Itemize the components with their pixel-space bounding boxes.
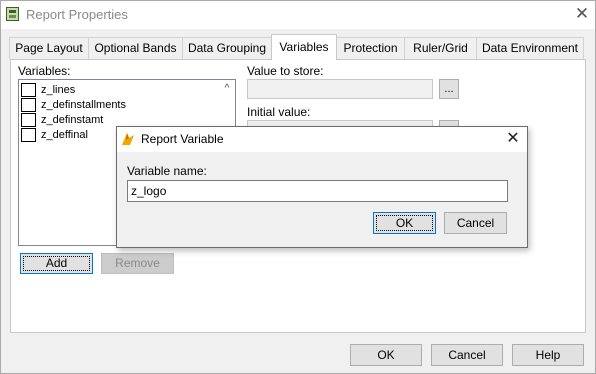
dialog-title: Report Variable: [141, 132, 224, 146]
help-button[interactable]: Help: [512, 344, 584, 366]
remove-button[interactable]: Remove: [101, 253, 174, 274]
close-icon[interactable]: ✕: [569, 2, 595, 28]
variable-name: z_definstallments: [41, 99, 126, 111]
add-button[interactable]: Add: [20, 253, 93, 274]
dialog-ok-button[interactable]: OK: [373, 212, 436, 234]
variable-checkbox[interactable]: [21, 113, 36, 127]
variable-name-label: Variable name:: [127, 164, 207, 178]
value-to-store-browse-button[interactable]: ...: [439, 79, 459, 99]
variable-name: z_definstamt: [41, 114, 104, 126]
tab-variables[interactable]: Variables: [271, 34, 337, 60]
fox-app-icon: [122, 133, 134, 145]
cancel-button[interactable]: Cancel: [431, 344, 503, 366]
value-to-store-field[interactable]: [247, 79, 433, 99]
dialog-title-bar: Report Variable ✕: [117, 127, 527, 152]
value-to-store-label: Value to store:: [247, 64, 324, 78]
title-bar: Report Properties ✕: [1, 1, 595, 29]
variable-checkbox[interactable]: [21, 98, 36, 112]
app-icon: [6, 7, 19, 21]
tab-protection[interactable]: Protection: [336, 37, 405, 59]
tab-data-environment[interactable]: Data Environment: [476, 37, 584, 59]
variable-name: z_deffinal: [41, 129, 88, 141]
variable-checkbox[interactable]: [21, 83, 36, 97]
variable-name: z_lines: [41, 84, 76, 96]
variables-label: Variables:: [18, 64, 71, 78]
initial-value-label: Initial value:: [247, 105, 311, 119]
tab-optional-bands[interactable]: Optional Bands: [88, 37, 183, 59]
tab-ruler-grid[interactable]: Ruler/Grid: [404, 37, 477, 59]
close-icon[interactable]: ✕: [501, 127, 525, 151]
report-variable-dialog: Report Variable ✕ Variable name: OK Canc…: [116, 126, 528, 248]
window-title: Report Properties: [26, 7, 128, 22]
variable-name-input[interactable]: [127, 180, 508, 202]
variable-checkbox[interactable]: [21, 128, 36, 142]
dialog-cancel-button[interactable]: Cancel: [444, 212, 507, 234]
tab-page-layout[interactable]: Page Layout: [9, 37, 89, 59]
tab-data-grouping[interactable]: Data Grouping: [182, 37, 272, 59]
ok-button[interactable]: OK: [350, 344, 422, 366]
scroll-up-icon[interactable]: ^: [221, 83, 233, 95]
